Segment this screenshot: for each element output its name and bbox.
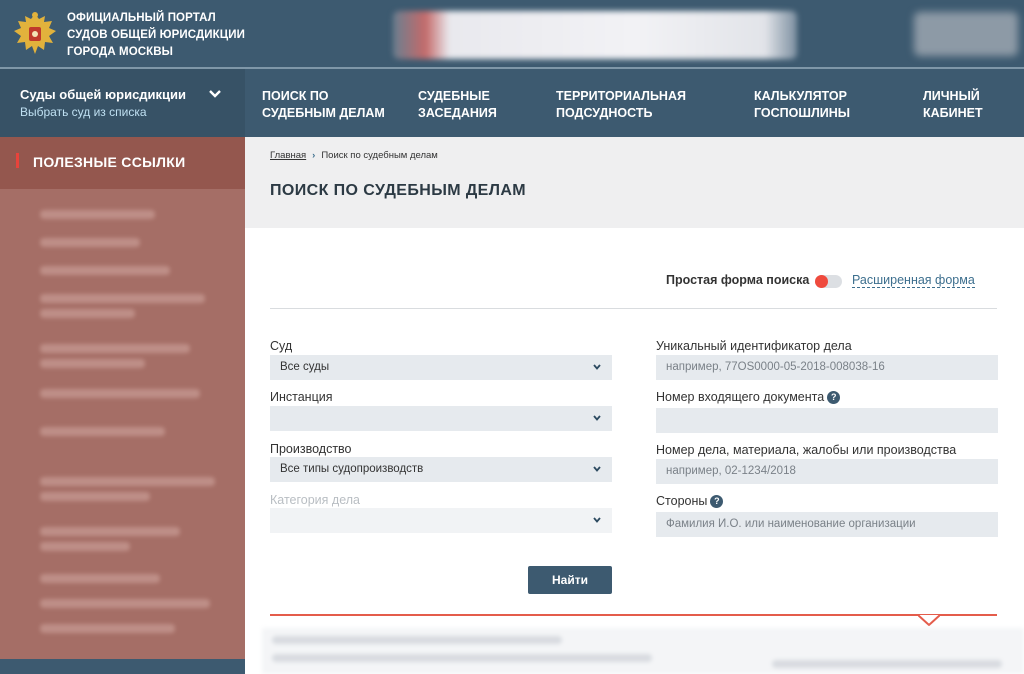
incoming-doc-input[interactable]: [656, 408, 998, 433]
blurred-results-area: [262, 628, 1024, 674]
category-field-label: Категория дела: [270, 493, 360, 507]
blurred-sidebar-link[interactable]: [40, 294, 205, 303]
nav-item-label: Судебные: [418, 89, 490, 103]
sidebar: Полезные ссылки: [0, 137, 245, 674]
nav-item-fee-calculator[interactable]: Калькулятор госпошлины: [754, 88, 850, 122]
portal-title[interactable]: Официальный портал судов общей юрисдикци…: [67, 10, 245, 61]
toggle-knob: [815, 275, 828, 288]
proceeding-field-label: Производство: [270, 442, 352, 456]
category-select[interactable]: [270, 508, 612, 533]
chevron-down-icon[interactable]: [208, 87, 222, 101]
search-mode-toggle[interactable]: [815, 275, 842, 288]
nav-item-label: подсудность: [556, 106, 653, 120]
chevron-down-icon: [593, 466, 601, 472]
nav-item-label: заседания: [418, 106, 497, 120]
blurred-header-area: [393, 11, 797, 59]
blurred-sidebar-link[interactable]: [40, 542, 130, 551]
nav-item-jurisdiction[interactable]: Территориальная подсудность: [556, 88, 686, 122]
page-title: Поиск по судебным делам: [270, 182, 527, 199]
parties-label-text: Стороны: [656, 494, 708, 508]
case-number-input[interactable]: например, 02-1234/2018: [656, 459, 998, 484]
advanced-form-link[interactable]: Расширенная форма: [852, 273, 975, 288]
blurred-sidebar-link[interactable]: [40, 624, 175, 633]
breadcrumb: Главная › Поиск по судебным делам: [270, 150, 438, 161]
find-button[interactable]: Найти: [528, 566, 612, 594]
portal-title-line: судов общей юрисдикции: [67, 29, 245, 41]
breadcrumb-current: Поиск по судебным делам: [321, 150, 438, 161]
uid-input[interactable]: например, 77OS0000-05-2018-008038-16: [656, 355, 998, 380]
blurred-sidebar-link[interactable]: [40, 238, 140, 247]
russian-coat-of-arms-icon[interactable]: [12, 10, 58, 58]
chevron-down-icon: [593, 415, 601, 421]
court-select[interactable]: Все суды: [270, 355, 612, 380]
nav-item-label: Территориальная: [556, 89, 686, 103]
portal-title-line: Официальный портал: [67, 12, 216, 24]
page-header: Главная › Поиск по судебным делам Поиск по…: [245, 137, 1024, 228]
uid-field-label: Уникальный идентификатор дела: [656, 339, 852, 353]
nav-item-label: госпошлины: [754, 106, 850, 120]
results-divider: [270, 614, 997, 616]
sidebar-heading-label: Полезные ссылки: [33, 154, 186, 170]
proceeding-select[interactable]: Все типы судопроизводств: [270, 457, 612, 482]
nav-item-case-search[interactable]: Поиск по судебным делам: [262, 88, 385, 122]
breadcrumb-separator-icon: ›: [312, 150, 316, 161]
blurred-text-line: [272, 654, 652, 662]
nav-item-personal-account[interactable]: Личный кабинет: [923, 88, 983, 122]
parties-field-label: Стороны?: [656, 494, 724, 508]
nav-item-label: кабинет: [923, 106, 983, 120]
blurred-sidebar-link[interactable]: [40, 266, 170, 275]
blurred-sidebar-link[interactable]: [40, 599, 210, 608]
form-divider: [270, 308, 997, 309]
help-icon[interactable]: ?: [710, 495, 724, 508]
blurred-sidebar-link[interactable]: [40, 477, 215, 486]
court-selector[interactable]: Суды общей юрисдикции Выбрать суд из спи…: [0, 69, 245, 137]
parties-input[interactable]: Фамилия И.О. или наименование организаци…: [656, 512, 998, 537]
main-nav: Суды общей юрисдикции Выбрать суд из спи…: [0, 69, 1024, 137]
nav-item-label: Поиск по: [262, 89, 329, 103]
blurred-sidebar-link[interactable]: [40, 309, 135, 318]
blurred-sidebar-link[interactable]: [40, 210, 155, 219]
case-number-field-label: Номер дела, материала, жалобы или произв…: [656, 443, 957, 457]
nav-item-court-sessions[interactable]: Судебные заседания: [418, 88, 497, 122]
incoming-doc-label-text: Номер входящего документа: [656, 390, 825, 404]
simple-form-label[interactable]: Простая форма поиска: [666, 273, 809, 287]
blurred-sidebar-link[interactable]: [40, 344, 190, 353]
court-select-value: Все суды: [280, 361, 330, 373]
breadcrumb-home-link[interactable]: Главная: [270, 150, 306, 161]
instance-field-label: Инстанция: [270, 390, 333, 404]
nav-item-label: Личный: [923, 89, 980, 103]
court-selector-subtitle[interactable]: Выбрать суд из списка: [20, 105, 245, 119]
court-field-label: Суд: [270, 339, 293, 353]
blurred-sidebar-link[interactable]: [40, 389, 200, 398]
blurred-sidebar-link[interactable]: [40, 527, 180, 536]
sidebar-heading-marker: [16, 153, 19, 168]
instance-select[interactable]: [270, 406, 612, 431]
incoming-doc-field-label: Номер входящего документа?: [656, 390, 841, 404]
blurred-text-line: [772, 660, 1002, 668]
proceeding-select-value: Все типы судопроизводств: [280, 463, 424, 475]
blurred-user-area: [914, 12, 1018, 56]
sidebar-heading: Полезные ссылки: [0, 137, 245, 189]
portal-title-line: города Москвы: [67, 46, 174, 58]
blurred-text-line: [272, 636, 562, 644]
blurred-sidebar-link[interactable]: [40, 574, 160, 583]
site-header: Официальный портал судов общей юрисдикци…: [0, 0, 1024, 67]
results-notch-icon: [918, 614, 940, 626]
nav-item-label: судебным делам: [262, 106, 385, 120]
nav-item-label: Калькулятор: [754, 89, 847, 103]
chevron-down-icon: [593, 517, 601, 523]
chevron-down-icon: [593, 364, 601, 370]
help-icon[interactable]: ?: [827, 391, 841, 404]
blurred-sidebar-link[interactable]: [40, 359, 145, 368]
blurred-sidebar-link[interactable]: [40, 427, 165, 436]
blurred-sidebar-link[interactable]: [40, 492, 150, 501]
sidebar-footer-bar: [0, 659, 245, 674]
